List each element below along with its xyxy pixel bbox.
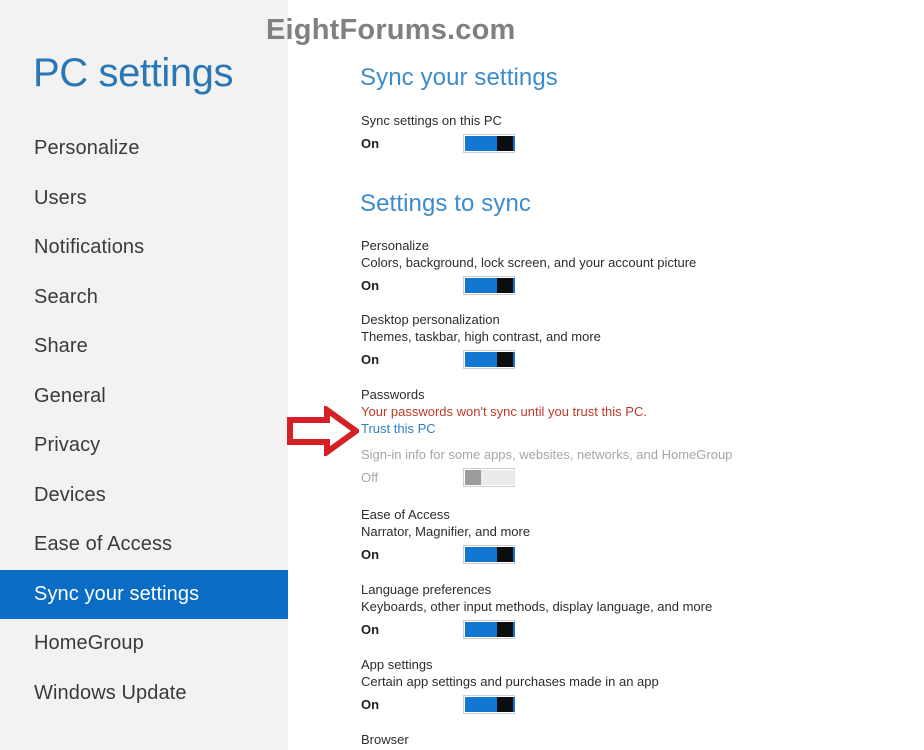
desktop-personalization-toggle[interactable] [463, 349, 515, 369]
toggle-state-label: On [361, 351, 380, 367]
sidebar-item-personalize[interactable]: Personalize [0, 124, 288, 174]
sidebar: PC settings Personalize Users Notification… [0, 0, 288, 750]
passwords-toggle[interactable] [463, 467, 515, 487]
toggle-row: On [361, 619, 712, 639]
toggle-state-label: On [361, 546, 380, 562]
setting-title: Ease of Access [361, 507, 450, 522]
toggle-row: On [361, 349, 601, 369]
sidebar-item-search[interactable]: Search [0, 273, 288, 323]
sync-this-pc-toggle[interactable] [463, 133, 515, 153]
sidebar-item-label: Share [34, 335, 88, 358]
setting-group-app-settings: App settings Certain app settings and pur… [361, 657, 659, 714]
toggle-row: Off [361, 467, 732, 487]
red-arrow-annotation-icon [287, 406, 359, 456]
setting-description: Sign-in info for some apps, websites, ne… [361, 447, 733, 462]
sidebar-item-privacy[interactable]: Privacy [0, 421, 288, 471]
app-settings-toggle[interactable] [463, 694, 515, 714]
sidebar-item-label: Windows Update [34, 681, 187, 704]
setting-group-sync-this-pc: Sync settings on this PC On [361, 113, 515, 153]
sidebar-item-label: Users [34, 186, 87, 209]
toggle-thumb [465, 469, 481, 485]
sidebar-item-sync-your-settings[interactable]: Sync your settings [0, 569, 288, 619]
setting-group-passwords: Passwords Your passwords won't sync until… [361, 387, 732, 487]
sidebar-item-devices[interactable]: Devices [0, 471, 288, 521]
setting-group-desktop-personalization: Desktop personalization Themes, taskbar, … [361, 312, 601, 369]
site-watermark: EightForums.com [266, 14, 516, 46]
toggle-row: On [361, 275, 696, 295]
toggle-state-label: On [361, 696, 380, 712]
personalize-toggle[interactable] [463, 275, 515, 295]
toggle-row: On [361, 544, 530, 564]
toggle-row: On [361, 694, 659, 714]
toggle-thumb [497, 546, 513, 562]
toggle-thumb [497, 135, 513, 151]
sidebar-item-label: HomeGroup [34, 632, 144, 655]
toggle-state-label: Off [361, 469, 379, 485]
toggle-thumb [497, 621, 513, 637]
section-heading-sync: Sync your settings [360, 64, 558, 91]
toggle-state-label: On [361, 135, 380, 151]
setting-group-language-preferences: Language preferences Keyboards, other inp… [361, 582, 712, 639]
page-title: PC settings [33, 51, 234, 95]
sidebar-item-windows-update[interactable]: Windows Update [0, 669, 288, 719]
toggle-row: On [361, 133, 515, 153]
sidebar-item-label: Devices [34, 483, 106, 506]
sidebar-item-label: Privacy [34, 434, 101, 457]
toggle-state-label: On [361, 621, 380, 637]
sidebar-nav: Personalize Users Notifications Search Share… [0, 124, 288, 718]
pc-settings-window: EightForums.com PC settings Personalize U… [0, 0, 924, 750]
section-heading-settings-to-sync: Settings to sync [360, 190, 532, 217]
setting-title: App settings [361, 657, 433, 672]
setting-description: Narrator, Magnifier, and more [361, 524, 531, 539]
trust-this-pc-link[interactable]: Trust this PC [361, 420, 732, 437]
setting-group-personalize: Personalize Colors, background, lock scre… [361, 238, 696, 295]
setting-description: Themes, taskbar, high contrast, and more [361, 329, 601, 344]
toggle-thumb [497, 277, 513, 293]
toggle-state-label: On [361, 277, 380, 293]
setting-title: Sync settings on this PC [361, 113, 502, 128]
setting-group-browser: Browser [361, 732, 409, 748]
sidebar-item-label: Ease of Access [34, 533, 173, 556]
setting-title: Desktop personalization [361, 312, 500, 327]
setting-description: Keyboards, other input methods, display … [361, 599, 713, 614]
language-preferences-toggle[interactable] [463, 619, 515, 639]
setting-title: Passwords [361, 387, 425, 402]
sidebar-item-ease-of-access[interactable]: Ease of Access [0, 520, 288, 570]
setting-title: Language preferences [361, 582, 492, 597]
sidebar-item-share[interactable]: Share [0, 322, 288, 372]
sidebar-item-general[interactable]: General [0, 372, 288, 422]
toggle-thumb [497, 351, 513, 367]
setting-warning-text: Your passwords won't sync until you trus… [361, 404, 647, 419]
sidebar-item-label: General [34, 384, 106, 407]
setting-title: Browser [361, 732, 409, 747]
sidebar-item-users[interactable]: Users [0, 174, 288, 224]
sidebar-item-label: Notifications [34, 236, 145, 259]
sidebar-item-notifications[interactable]: Notifications [0, 223, 288, 273]
sidebar-item-label: Personalize [34, 137, 140, 160]
sidebar-item-homegroup[interactable]: HomeGroup [0, 619, 288, 669]
setting-title: Personalize [361, 238, 429, 253]
setting-description: Certain app settings and purchases made … [361, 674, 659, 689]
setting-group-ease-of-access: Ease of Access Narrator, Magnifier, and m… [361, 507, 530, 564]
main-content: Sync your settings Sync settings on this… [290, 0, 924, 750]
sidebar-item-label: Search [34, 285, 98, 308]
toggle-thumb [497, 696, 513, 712]
sidebar-item-label: Sync your settings [34, 582, 200, 605]
ease-of-access-toggle[interactable] [463, 544, 515, 564]
setting-description: Colors, background, lock screen, and you… [361, 255, 697, 270]
